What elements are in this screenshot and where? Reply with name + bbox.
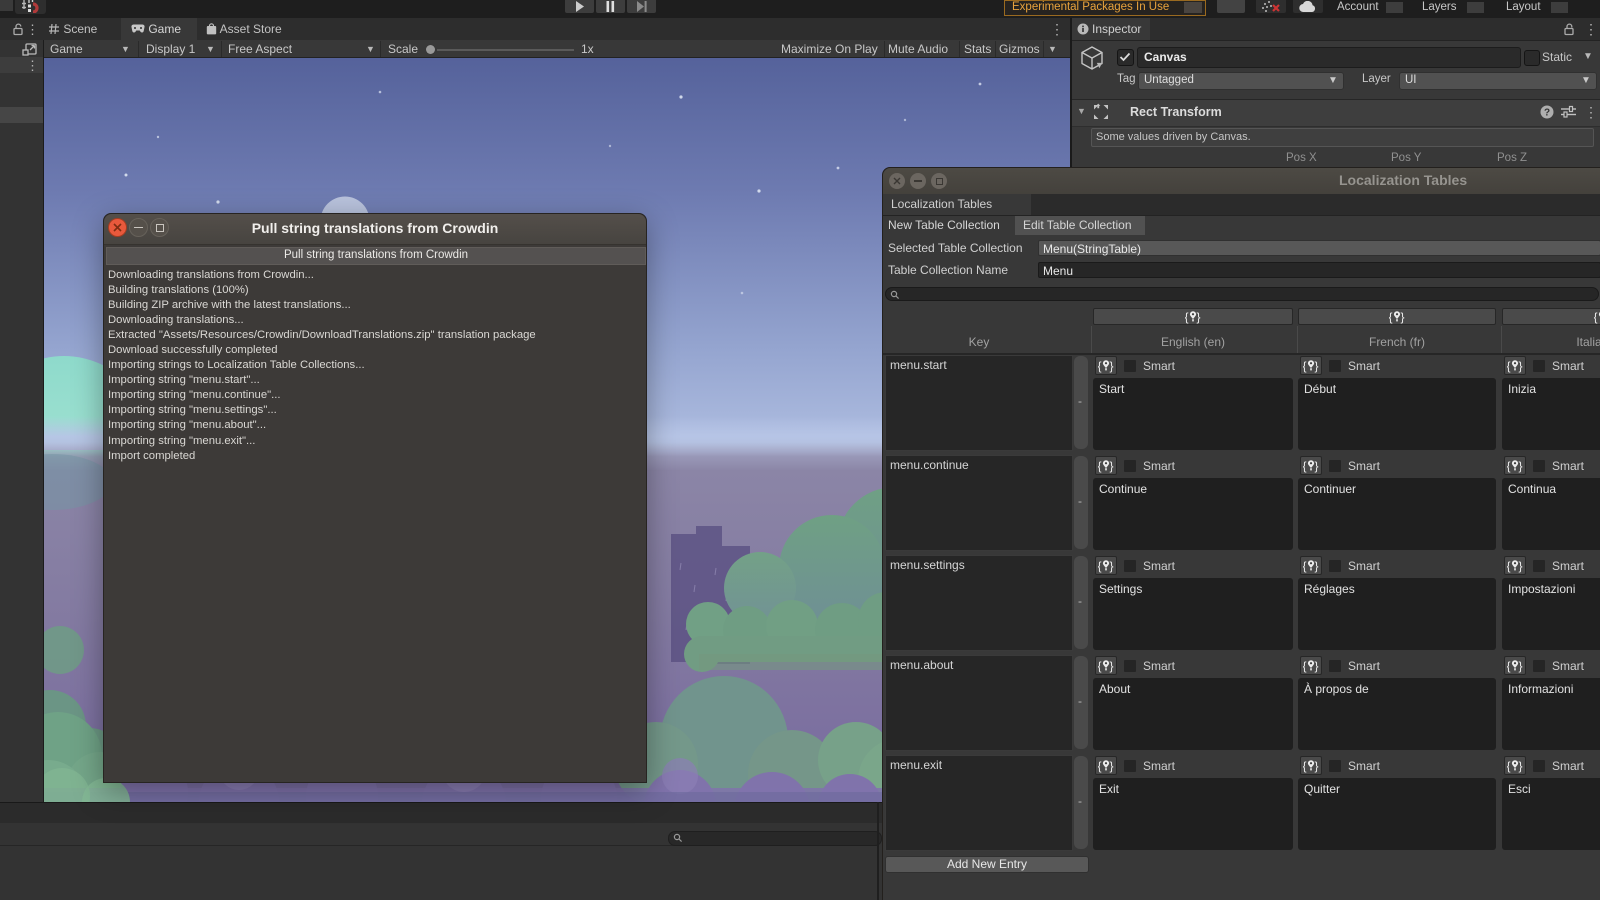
- svg-text:}: }: [1110, 359, 1114, 373]
- svg-text:}: }: [1519, 659, 1523, 673]
- svg-text:{: {: [1303, 759, 1307, 773]
- svg-text:{: {: [1098, 659, 1102, 673]
- svg-text:{: {: [1303, 559, 1307, 573]
- svg-text:{: {: [1098, 759, 1102, 773]
- svg-text:{: {: [1098, 459, 1102, 473]
- svg-text:{: {: [1303, 359, 1307, 373]
- svg-text:{: {: [1303, 659, 1307, 673]
- svg-text:}: }: [1315, 559, 1319, 573]
- svg-text:{: {: [1389, 310, 1393, 324]
- svg-text:{: {: [1098, 559, 1102, 573]
- svg-text:}: }: [1519, 459, 1523, 473]
- svg-text:{: {: [1507, 759, 1511, 773]
- svg-text:{: {: [1507, 359, 1511, 373]
- svg-text:}: }: [1110, 759, 1114, 773]
- svg-text:{: {: [1594, 310, 1598, 324]
- svg-text:{: {: [1507, 659, 1511, 673]
- svg-text:}: }: [1110, 659, 1114, 673]
- svg-text:}: }: [1315, 759, 1319, 773]
- svg-text:}: }: [1401, 310, 1405, 324]
- svg-text:{: {: [1185, 310, 1189, 324]
- svg-text:?: ?: [1544, 108, 1550, 119]
- svg-text:}: }: [1519, 759, 1523, 773]
- svg-text:}: }: [1315, 459, 1319, 473]
- svg-text:}: }: [1110, 559, 1114, 573]
- svg-text:{: {: [1507, 559, 1511, 573]
- svg-text:}: }: [1197, 310, 1201, 324]
- svg-text:{: {: [1098, 359, 1102, 373]
- svg-text:{: {: [1303, 459, 1307, 473]
- svg-text:}: }: [1315, 359, 1319, 373]
- svg-text:}: }: [1519, 359, 1523, 373]
- svg-text:{: {: [1507, 459, 1511, 473]
- svg-text:}: }: [1110, 459, 1114, 473]
- svg-text:}: }: [1519, 559, 1523, 573]
- svg-text:}: }: [1315, 659, 1319, 673]
